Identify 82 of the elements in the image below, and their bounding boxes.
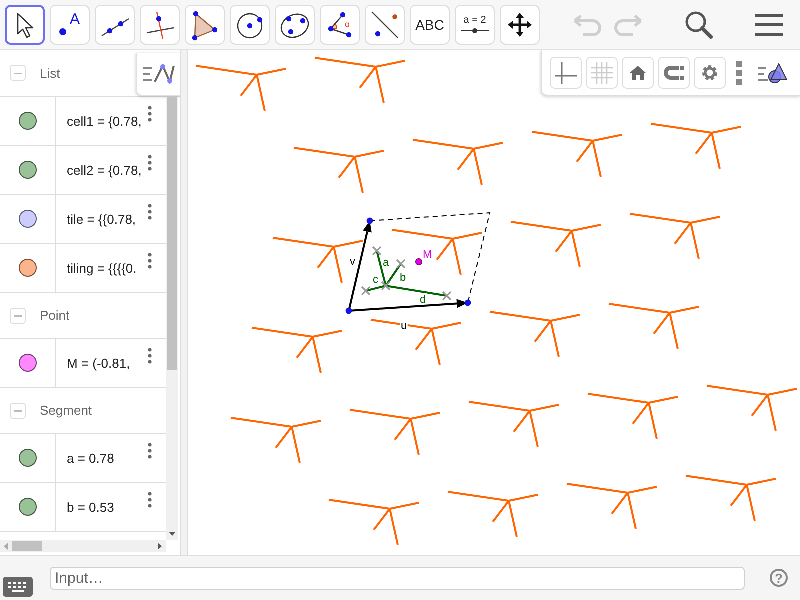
- segment-label: d: [420, 294, 426, 306]
- vector-label: v: [350, 256, 356, 268]
- visibility-dot[interactable]: [18, 210, 36, 228]
- algebra-entry: a = 0.78: [66, 450, 114, 466]
- settings-icon: [700, 62, 720, 82]
- scroll-thumb[interactable]: [12, 541, 42, 551]
- visibility-dot[interactable]: [18, 259, 36, 277]
- move-view-tool-button[interactable]: [500, 4, 540, 44]
- point-marker[interactable]: [366, 218, 374, 224]
- graph-view-icon: [142, 62, 174, 86]
- visibility-dot[interactable]: [18, 498, 36, 516]
- graphics-view-icon: [758, 60, 788, 84]
- visibility-dot[interactable]: [18, 449, 36, 467]
- magnet-button[interactable]: [658, 56, 690, 88]
- more-options-icon[interactable]: [148, 155, 152, 171]
- more-options-icon[interactable]: [148, 204, 152, 220]
- algebra-entry: cell2 = {0.78,: [66, 162, 142, 178]
- segment-label: c: [373, 274, 378, 286]
- slider-tool-button[interactable]: a = 2: [455, 4, 495, 44]
- algebra-item[interactable]: tile = {{0.78,: [0, 195, 166, 244]
- axes-icon: [555, 62, 577, 84]
- algebra-item[interactable]: tiling = {{{{0.: [0, 244, 166, 293]
- segment-label: b: [400, 272, 406, 284]
- reflect-icon: [369, 8, 401, 40]
- axes-button[interactable]: [550, 56, 582, 88]
- home-button[interactable]: [622, 56, 654, 88]
- collapse-toggle[interactable]: [10, 65, 26, 81]
- move-tool-button[interactable]: [5, 4, 45, 44]
- line-tool-button[interactable]: [95, 4, 135, 44]
- conic-tool-button[interactable]: [275, 4, 315, 44]
- visibility-dot[interactable]: [18, 161, 36, 179]
- algebra-item[interactable]: cell1 = {0.78,: [0, 97, 166, 146]
- algebra-item[interactable]: b = 0.53: [0, 483, 166, 532]
- more-options-icon[interactable]: [148, 348, 152, 364]
- vertical-scrollbar[interactable]: [166, 97, 178, 540]
- undo-icon: [571, 14, 603, 36]
- algebra-entry: tile = {{0.78,: [66, 212, 136, 226]
- grid-icon: [591, 62, 613, 84]
- reflect-tool-button[interactable]: [365, 4, 405, 44]
- view-toggle-button[interactable]: [136, 53, 180, 96]
- group-title: Point: [40, 308, 70, 323]
- scroll-thumb[interactable]: [167, 97, 177, 370]
- scroll-right-icon[interactable]: [158, 542, 162, 550]
- visibility-dot[interactable]: [18, 112, 36, 130]
- redo-icon: [613, 14, 645, 36]
- collapse-toggle[interactable]: [10, 308, 26, 324]
- keyboard-icon: [7, 581, 29, 593]
- home-icon: [629, 64, 647, 80]
- point-label: M: [423, 249, 432, 261]
- polygon-tool-button[interactable]: [185, 4, 225, 44]
- scroll-down-icon[interactable]: [169, 532, 176, 536]
- keyboard-button[interactable]: [3, 577, 33, 597]
- slider-icon: [461, 28, 489, 34]
- group-title: Segment: [40, 403, 92, 418]
- algebra-entry: tiling = {{{{0.: [66, 260, 137, 276]
- menu-icon: [755, 12, 783, 36]
- point-marker[interactable]: [346, 308, 352, 314]
- point-marker[interactable]: [416, 258, 422, 266]
- horizontal-scrollbar[interactable]: [0, 540, 166, 552]
- perpendicular-tool-button[interactable]: [140, 4, 180, 44]
- more-options-icon: [736, 60, 742, 84]
- more-options-icon[interactable]: [148, 492, 152, 508]
- collapse-toggle[interactable]: [10, 402, 26, 418]
- search-icon: [684, 10, 714, 40]
- group-title: List: [40, 66, 60, 80]
- visibility-dot[interactable]: [18, 354, 36, 372]
- more-options-icon[interactable]: [148, 106, 152, 122]
- point-marker[interactable]: [464, 300, 472, 306]
- algebra-entry: b = 0.53: [66, 500, 114, 514]
- algebra-item[interactable]: a = 0.78: [0, 434, 166, 483]
- algebra-item[interactable]: cell2 = {0.78,: [0, 146, 166, 195]
- settings-button[interactable]: [694, 56, 726, 88]
- magnet-icon: [663, 64, 685, 80]
- algebra-entry: M = (-0.81,: [66, 356, 130, 370]
- algebra-item[interactable]: M = (-0.81,: [0, 339, 166, 388]
- more-options-icon[interactable]: [148, 253, 152, 269]
- input-field[interactable]: Input…: [50, 566, 745, 590]
- circle-tool-button[interactable]: [230, 4, 270, 44]
- segment-label: a: [383, 257, 390, 269]
- algebra-entry: cell1 = {0.78,: [66, 114, 142, 128]
- more-options-icon[interactable]: [148, 443, 152, 459]
- text-tool-button[interactable]: ABC: [410, 4, 450, 44]
